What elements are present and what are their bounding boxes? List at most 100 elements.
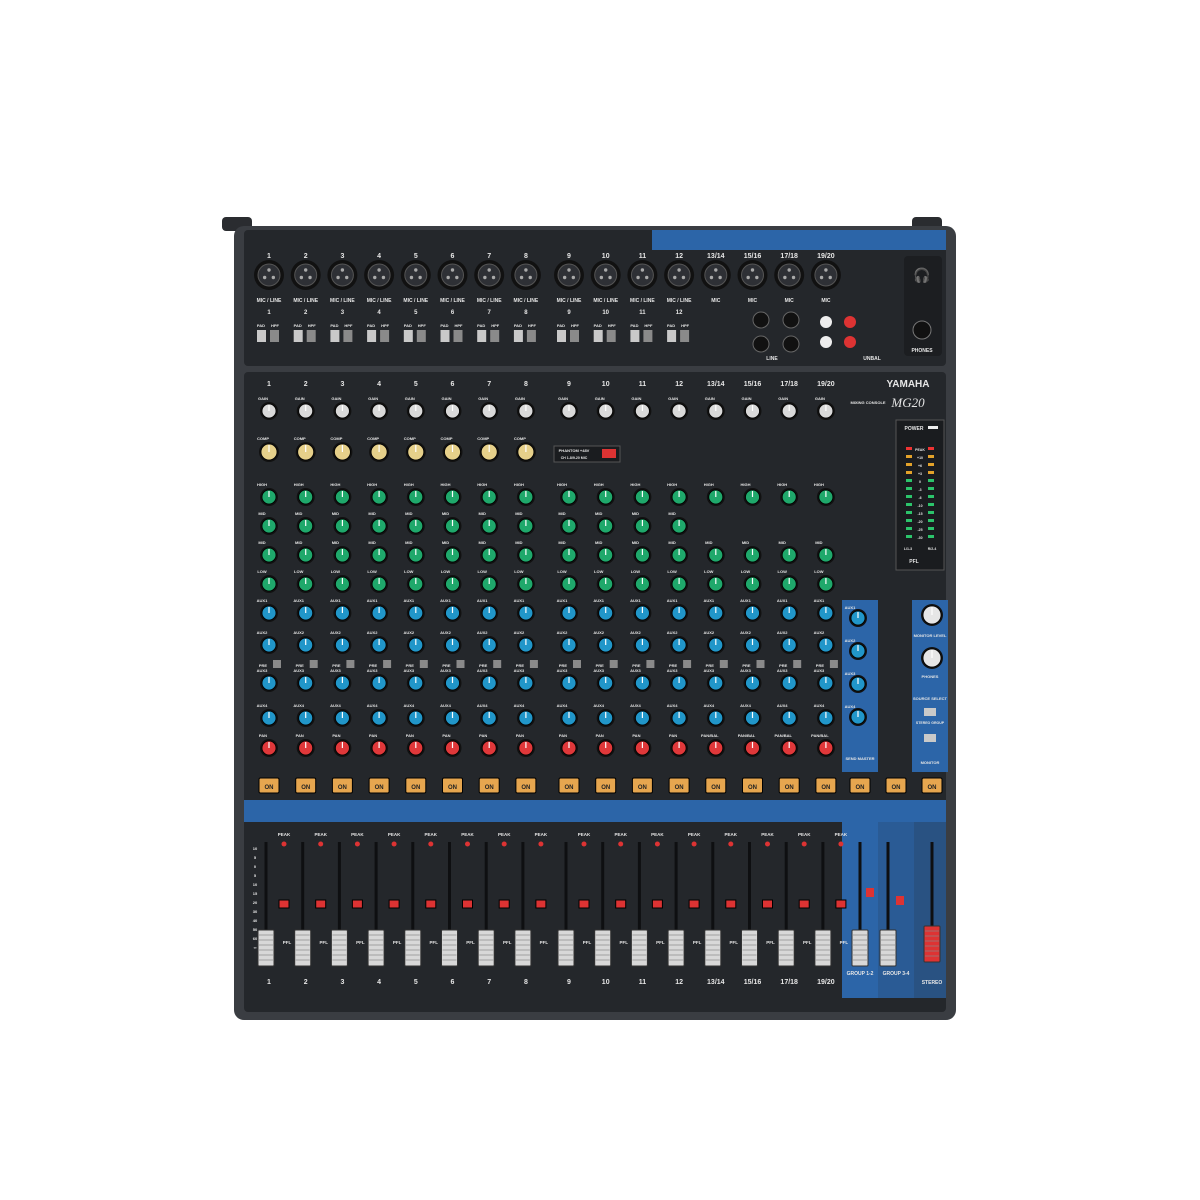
hpf-switch[interactable] [270, 330, 279, 342]
pre-switch[interactable] [419, 660, 428, 668]
group34-pfl-button[interactable] [896, 896, 904, 905]
channel-fader-cap[interactable] [330, 929, 348, 967]
pfl-button[interactable] [278, 899, 290, 909]
pre-switch[interactable] [456, 660, 465, 668]
hpf-switch[interactable] [606, 330, 616, 342]
pad-switch[interactable] [403, 330, 413, 342]
hpf-switch[interactable] [416, 330, 426, 342]
channel-fader-cap[interactable] [441, 929, 458, 967]
pan-label: PAN/BAL [774, 733, 792, 738]
pfl-button[interactable] [615, 899, 627, 909]
pad-switch[interactable] [513, 330, 523, 342]
pad-label: PAD [440, 323, 448, 328]
channel-fader-cap[interactable] [630, 929, 648, 967]
channel-fader-cap[interactable] [257, 929, 275, 967]
line-input-jack[interactable] [752, 311, 770, 329]
pre-switch[interactable] [793, 660, 802, 668]
pfl-button[interactable] [498, 899, 510, 909]
rca-jack[interactable] [820, 316, 832, 328]
hpf-switch[interactable] [343, 330, 353, 342]
channel-fader-cap[interactable] [404, 929, 422, 967]
hpf-switch[interactable] [453, 330, 463, 342]
pad-switch[interactable] [593, 330, 603, 342]
pad-switch[interactable] [257, 330, 266, 342]
hpf-switch[interactable] [643, 330, 653, 342]
pfl-button[interactable] [578, 899, 590, 909]
hpf-switch[interactable] [570, 330, 579, 342]
pfl-button[interactable] [462, 899, 473, 909]
pad-switch[interactable] [293, 330, 303, 342]
hpf-switch[interactable] [490, 330, 500, 342]
source-select-group-button[interactable] [924, 734, 936, 742]
pfl-button[interactable] [535, 899, 547, 909]
pre-switch[interactable] [646, 660, 655, 668]
pre-switch[interactable] [383, 660, 392, 668]
pre-switch[interactable] [756, 660, 765, 668]
pad-switch[interactable] [557, 330, 566, 342]
pre-switch[interactable] [309, 660, 318, 668]
pre-switch[interactable] [829, 660, 838, 668]
channel-fader-cap[interactable] [367, 929, 385, 967]
group12-pfl-button[interactable] [866, 888, 874, 897]
pfl-button[interactable] [835, 899, 847, 909]
group12-fader-cap[interactable] [851, 929, 869, 967]
pfl-button[interactable] [351, 899, 363, 909]
pre-switch[interactable] [273, 660, 281, 668]
hpf-switch[interactable] [306, 330, 316, 342]
pre-switch[interactable] [346, 660, 355, 668]
pad-switch[interactable] [667, 330, 677, 342]
channel-fader-cap[interactable] [557, 929, 575, 967]
rca-jack[interactable] [844, 316, 856, 328]
channel-fader-cap[interactable] [594, 929, 612, 967]
channel-fader-cap[interactable] [777, 929, 795, 967]
channel-fader-cap[interactable] [667, 929, 685, 967]
pfl-button[interactable] [425, 899, 437, 909]
pre-switch[interactable] [573, 660, 581, 668]
rca-jack[interactable] [820, 336, 832, 348]
gain-label: GAIN [515, 396, 525, 401]
pad-switch[interactable] [367, 330, 377, 342]
line-input-jack[interactable] [752, 335, 770, 353]
channel-fader-cap[interactable] [741, 929, 758, 967]
channel-fader-cap[interactable] [514, 929, 532, 967]
hpf-switch[interactable] [380, 330, 390, 342]
pfl-button[interactable] [388, 899, 400, 909]
high-label: HIGH [814, 482, 824, 487]
pre-switch[interactable] [529, 660, 538, 668]
pfl-label: PFL [730, 940, 739, 945]
pan-label: PAN/BAL [701, 733, 719, 738]
pfl-button[interactable] [798, 899, 810, 909]
pad-switch[interactable] [330, 330, 340, 342]
pfl-button[interactable] [725, 899, 737, 909]
pad-label: PAD [257, 323, 265, 328]
pfl-button[interactable] [315, 899, 327, 909]
channel-fader-cap[interactable] [704, 929, 722, 967]
pre-switch[interactable] [609, 660, 618, 668]
rca-jack[interactable] [844, 336, 856, 348]
pre-switch[interactable] [493, 660, 502, 668]
pre-switch[interactable] [719, 660, 728, 668]
line-input-jack[interactable] [782, 335, 800, 353]
stereo-fader-cap[interactable] [923, 925, 941, 963]
pad-switch[interactable] [440, 330, 450, 342]
channel-fader-cap[interactable] [477, 929, 495, 967]
hpf-switch[interactable] [526, 330, 536, 342]
channel-number-rear: 13/14 [707, 253, 725, 260]
pad-switch[interactable] [630, 330, 640, 342]
peak-led [538, 841, 544, 847]
line-label: LINE [766, 356, 778, 362]
channel-fader-cap[interactable] [294, 929, 312, 967]
source-select-stereo-button[interactable] [924, 708, 936, 716]
pfl-button[interactable] [688, 899, 700, 909]
phones-jack[interactable] [912, 320, 932, 340]
high-label: HIGH [777, 482, 787, 487]
channel-fader-cap[interactable] [814, 929, 832, 967]
pfl-button[interactable] [762, 899, 773, 909]
pre-switch[interactable] [683, 660, 692, 668]
pfl-button[interactable] [651, 899, 663, 909]
hpf-switch[interactable] [680, 330, 690, 342]
pad-switch[interactable] [477, 330, 487, 342]
line-input-jack[interactable] [782, 311, 800, 329]
group34-fader-cap[interactable] [879, 929, 897, 967]
phantom-switch[interactable] [602, 449, 616, 458]
